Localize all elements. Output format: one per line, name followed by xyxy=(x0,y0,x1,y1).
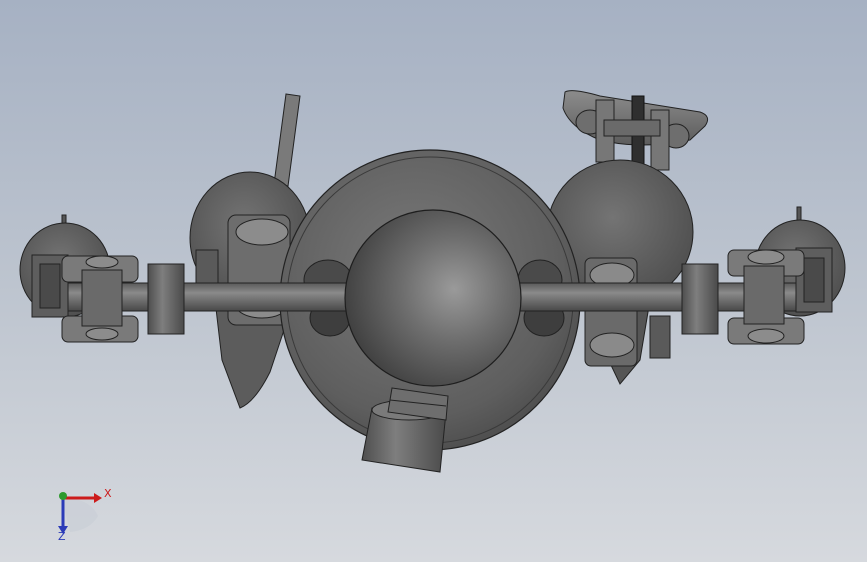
left-u-joint[interactable] xyxy=(31,254,139,343)
reference-triad xyxy=(58,492,102,534)
top-right-bracket[interactable] xyxy=(562,90,709,171)
left-shaft-collar[interactable] xyxy=(147,263,185,335)
graphics-viewport[interactable]: X Z xyxy=(0,0,867,562)
axle-assembly-model[interactable] xyxy=(0,0,867,562)
right-shaft-collar[interactable] xyxy=(681,263,719,335)
y-axis-dot xyxy=(59,492,67,500)
triad-x-label: X xyxy=(104,487,112,500)
right-u-joint[interactable] xyxy=(727,247,833,345)
center-ball[interactable] xyxy=(344,209,522,387)
triad-z-label: Z xyxy=(58,530,66,543)
